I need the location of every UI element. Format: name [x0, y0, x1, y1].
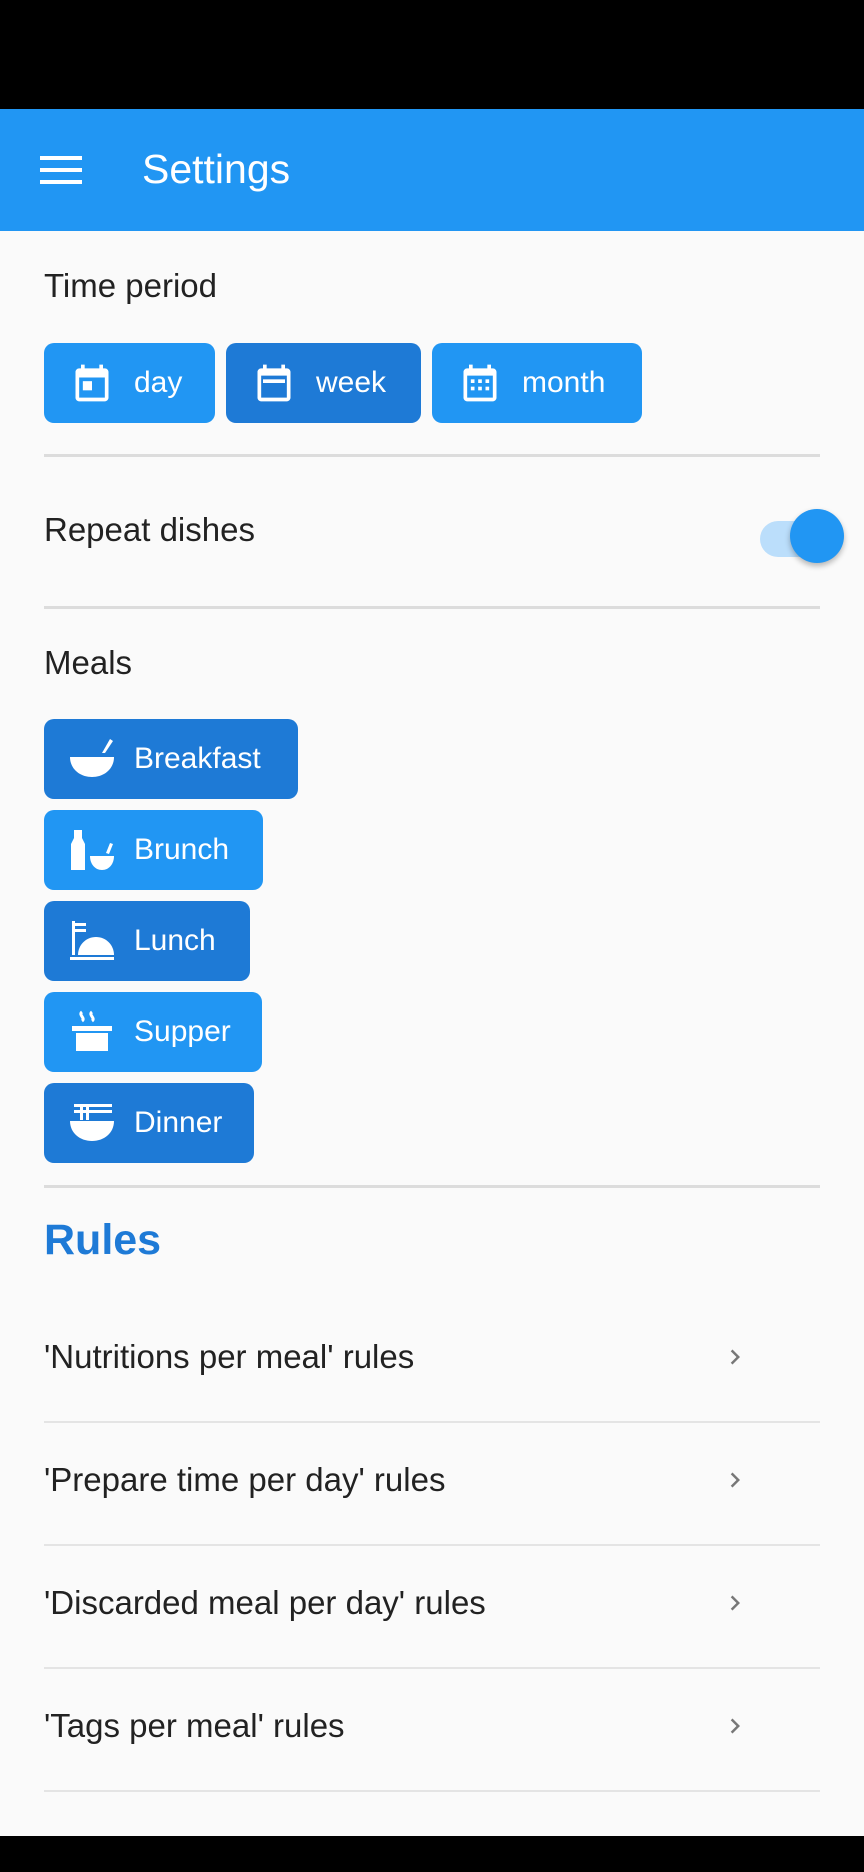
- rule-prepare-time-per-day[interactable]: 'Prepare time per day' rules: [44, 1419, 820, 1541]
- chevron-right-icon: [720, 1665, 750, 1787]
- hamburger-menu-icon: [40, 156, 82, 184]
- chevron-right-icon: [720, 1296, 750, 1418]
- chip-label: week: [316, 366, 387, 399]
- page-title: Settings: [142, 146, 291, 192]
- rules-section-title: Rules: [44, 1216, 162, 1264]
- divider: [44, 454, 820, 457]
- divider: [44, 606, 820, 609]
- bottle-bowl-icon: [68, 826, 116, 874]
- steaming-pot-icon: [68, 1008, 116, 1056]
- rule-discarded-meal-per-day[interactable]: 'Discarded meal per day' rules: [44, 1542, 820, 1664]
- rule-label: 'Discarded meal per day' rules: [44, 1584, 486, 1621]
- calendar-day-icon: [68, 359, 116, 407]
- repeat-dishes-label: Repeat dishes: [44, 511, 255, 548]
- calendar-month-icon: [456, 359, 504, 407]
- rule-tags-per-meal[interactable]: 'Tags per meal' rules: [44, 1665, 820, 1787]
- chip-label: Brunch: [134, 833, 230, 866]
- chip-label: month: [522, 366, 606, 399]
- chevron-right-icon: [720, 1542, 750, 1664]
- chip-label: Lunch: [134, 924, 216, 957]
- meals-label: Meals: [44, 644, 133, 681]
- rule-label: 'Nutritions per meal' rules: [44, 1338, 415, 1375]
- rule-label: 'Tags per meal' rules: [44, 1707, 345, 1744]
- meal-supper-chip[interactable]: Supper: [44, 992, 262, 1072]
- calendar-week-icon: [250, 359, 298, 407]
- rule-nutritions-per-meal[interactable]: 'Nutritions per meal' rules: [44, 1296, 820, 1418]
- menu-button[interactable]: [30, 142, 92, 198]
- meal-lunch-chip[interactable]: Lunch: [44, 901, 250, 981]
- time-period-week-chip[interactable]: week: [226, 343, 421, 423]
- switch-thumb: [790, 509, 844, 563]
- bowl-icon: [68, 735, 116, 783]
- divider: [44, 1790, 820, 1792]
- time-period-month-chip[interactable]: month: [432, 343, 642, 423]
- meal-dinner-chip[interactable]: Dinner: [44, 1083, 254, 1163]
- noodle-bowl-icon: [68, 1099, 116, 1147]
- app-bar: Settings: [0, 109, 864, 231]
- meal-brunch-chip[interactable]: Brunch: [44, 810, 263, 890]
- status-bar: [0, 0, 864, 109]
- meal-breakfast-chip[interactable]: Breakfast: [44, 719, 298, 799]
- chip-label: Supper: [134, 1015, 231, 1048]
- plate-icon: [68, 917, 116, 965]
- divider: [44, 1185, 820, 1188]
- chip-label: Dinner: [134, 1106, 223, 1139]
- navigation-bar: [0, 1836, 864, 1872]
- time-period-label: Time period: [44, 267, 218, 304]
- rule-label: 'Prepare time per day' rules: [44, 1461, 446, 1498]
- chip-label: Breakfast: [134, 742, 261, 775]
- chevron-right-icon: [720, 1419, 750, 1541]
- time-period-day-chip[interactable]: day: [44, 343, 215, 423]
- chip-label: day: [134, 366, 183, 399]
- repeat-dishes-switch[interactable]: [758, 507, 844, 563]
